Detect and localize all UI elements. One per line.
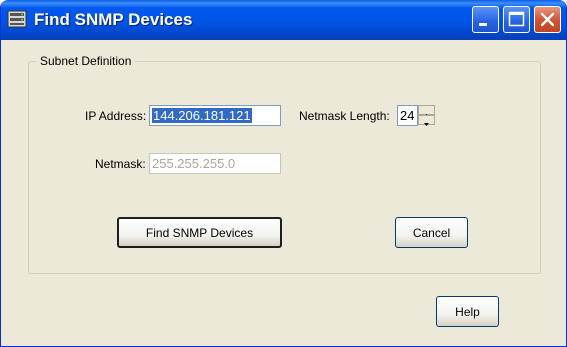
title-bar[interactable]: Find SNMP Devices [1, 0, 566, 40]
cancel-button[interactable]: Cancel [395, 217, 468, 248]
find-snmp-dialog: Find SNMP Devices Subnet Definition IP A… [0, 0, 567, 347]
netmask-input: 255.255.255.0 [149, 153, 281, 174]
group-legend: Subnet Definition [36, 54, 136, 68]
help-button[interactable]: Help [436, 296, 499, 327]
arrow-down-icon [424, 123, 429, 126]
find-snmp-devices-button[interactable]: Find SNMP Devices [117, 217, 282, 248]
ip-address-value: 144.206.181.121 [152, 108, 252, 123]
minimize-icon [479, 23, 487, 26]
close-button[interactable] [534, 6, 561, 33]
close-icon [540, 12, 555, 27]
spin-up-button[interactable] [418, 105, 435, 117]
spin-down-button[interactable] [418, 115, 435, 126]
app-icon [7, 10, 27, 28]
ip-address-input[interactable]: 144.206.181.121 [149, 105, 281, 126]
ip-address-label: IP Address: [85, 109, 147, 123]
netmask-length-label: Netmask Length: [299, 109, 390, 123]
maximize-icon [508, 11, 525, 27]
netmask-length-input[interactable]: 24 [397, 105, 418, 126]
window-title: Find SNMP Devices [34, 10, 193, 29]
dialog-body: Subnet Definition IP Address: 144.206.18… [5, 40, 564, 343]
minimize-button[interactable] [472, 6, 499, 33]
netmask-label: Netmask: [95, 157, 146, 171]
maximize-button[interactable] [503, 6, 530, 33]
